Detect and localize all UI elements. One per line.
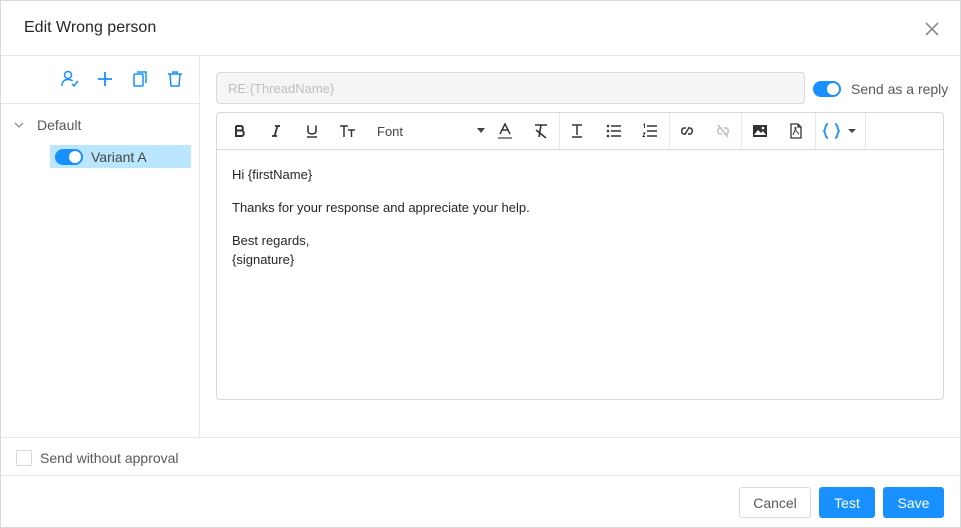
edit-modal: Edit Wrong person Default Variant A RE:{… [0,0,961,528]
font-color-icon[interactable] [496,122,514,140]
image-icon[interactable] [751,122,769,140]
text-height-icon[interactable] [568,122,586,140]
variant-label: Variant A [91,148,147,165]
tree-group-label: Default [37,117,82,133]
assign-user-icon[interactable] [60,69,80,89]
editor-toolbar: Font [217,113,943,150]
send-without-approval-label: Send without approval [40,450,179,466]
modal-title: Edit Wrong person [24,19,157,36]
toolbar-divider [741,113,742,149]
numbered-list-icon[interactable] [641,122,659,140]
font-size-icon[interactable] [339,122,357,140]
close-icon[interactable] [921,18,943,40]
toolbar-divider [865,113,866,149]
plus-icon[interactable] [95,69,115,89]
underline-icon[interactable] [303,122,321,140]
cancel-button[interactable]: Cancel [739,487,811,518]
chevron-down-icon [14,122,24,128]
email-signature: {signature} [232,252,295,267]
link-icon[interactable] [678,122,696,140]
variant-sidebar: Default Variant A [1,56,200,437]
italic-icon[interactable] [267,122,285,140]
send-without-approval-checkbox[interactable] [16,450,32,466]
test-button[interactable]: Test [819,487,875,518]
sidebar-toolbar [1,56,199,104]
variables-icon[interactable] [822,122,862,140]
subject-input[interactable] [216,72,805,104]
variant-toggle[interactable] [55,148,83,165]
modal-header: Edit Wrong person [1,1,960,56]
tree-group-default[interactable]: Default [13,116,81,134]
unlink-icon[interactable] [714,122,732,140]
email-message: Thanks for your response and appreciate … [232,200,530,215]
approval-row: Send without approval [1,437,960,476]
trash-icon[interactable] [165,69,185,89]
save-button[interactable]: Save [883,487,944,518]
copy-icon[interactable] [130,69,150,89]
tree-item-variant-a[interactable]: Variant A [50,145,191,168]
send-as-reply-toggle[interactable] [813,81,841,97]
bullet-list-icon[interactable] [605,122,623,140]
toolbar-divider [559,113,560,149]
send-as-reply-label: Send as a reply [851,81,949,97]
toolbar-divider [815,113,816,149]
bold-icon[interactable] [231,122,249,140]
pdf-icon[interactable] [787,122,805,140]
clear-format-icon[interactable] [532,122,550,140]
rich-text-editor: Font Hi {firstName} Thanks for your resp… [216,112,944,400]
email-closing: Best regards, [232,233,310,248]
toolbar-divider [669,113,670,149]
font-select[interactable]: Font [377,121,485,141]
editor-content[interactable]: Hi {firstName} Thanks for your response … [232,165,932,269]
caret-down-icon [477,128,485,133]
font-select-label: Font [377,123,404,139]
email-greeting: Hi {firstName} [232,167,313,182]
